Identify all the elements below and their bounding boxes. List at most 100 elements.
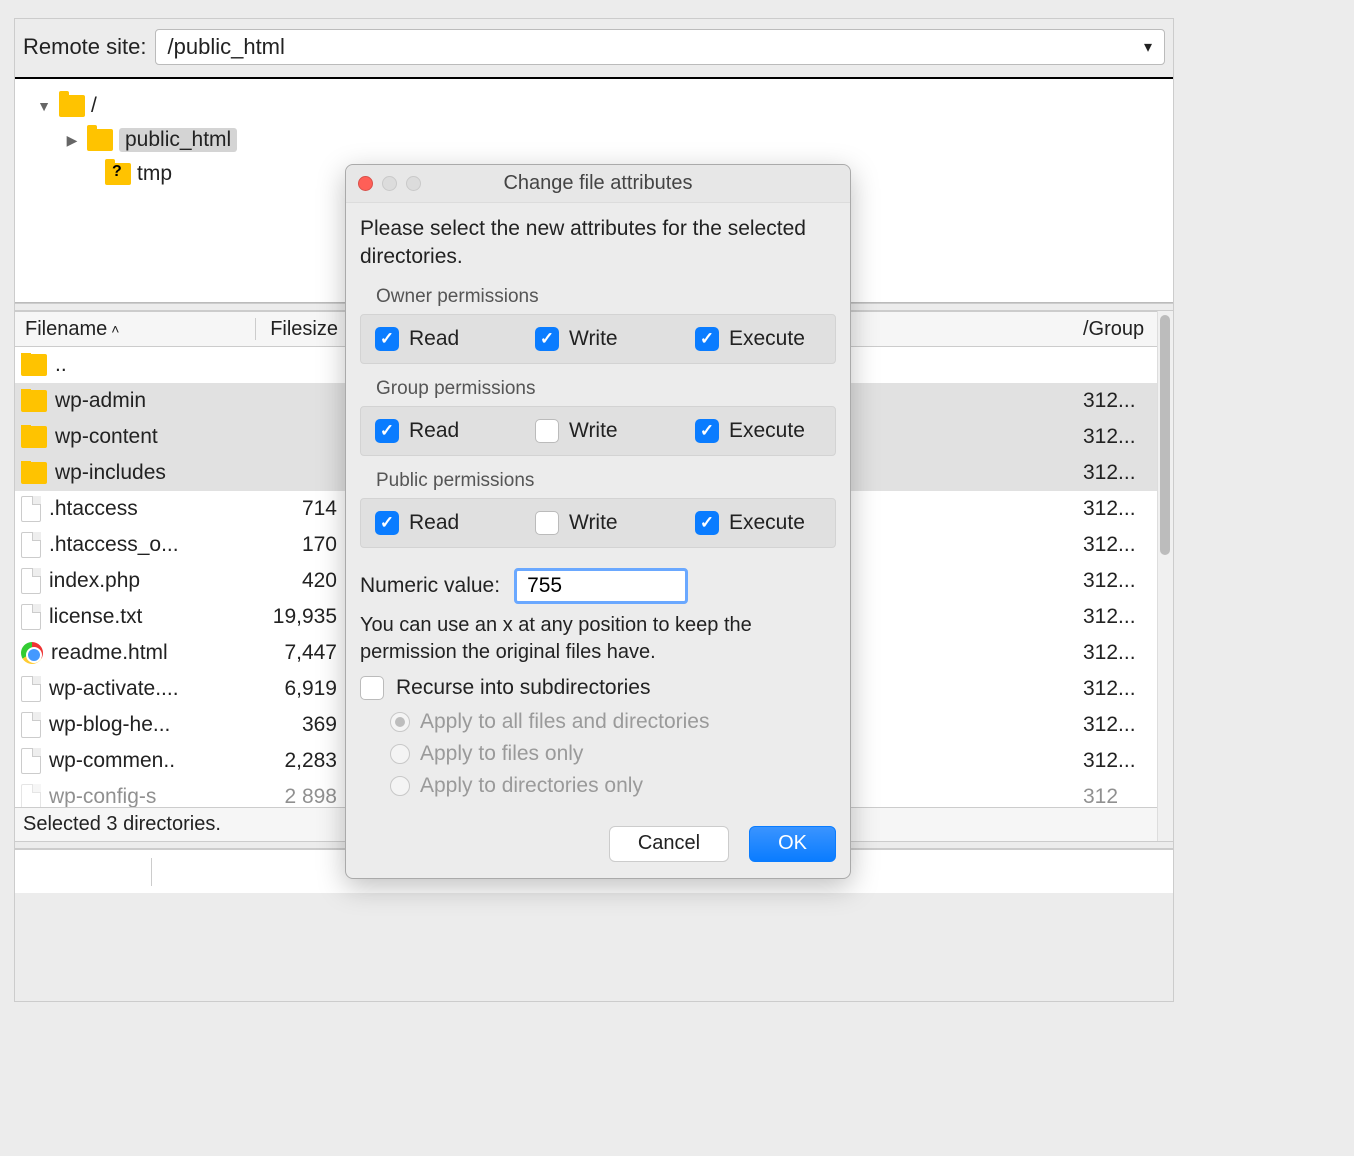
browser-icon <box>21 642 43 664</box>
group-read-checkbox[interactable]: ✓ <box>375 419 399 443</box>
file-name-label: .htaccess <box>49 497 138 521</box>
ok-button[interactable]: OK <box>749 826 836 862</box>
folder-icon <box>21 462 47 484</box>
file-size-value: 369 <box>255 713 345 737</box>
remote-site-combo[interactable]: /public_html ▾ <box>155 29 1166 65</box>
file-size-value: 19,935 <box>255 605 345 629</box>
group-write-checkbox[interactable] <box>535 419 559 443</box>
group-permissions-row: ✓Read Write ✓ Execute <box>360 406 836 456</box>
folder-icon <box>59 95 85 117</box>
tree-row-root[interactable]: ▼ / <box>35 89 1173 123</box>
file-size-value: 2,283 <box>255 749 345 773</box>
file-size-value: 714 <box>255 497 345 521</box>
numeric-hint-text: You can use an x at any position to keep… <box>360 612 836 666</box>
public-permissions-row: ✓ Read Write ✓ Execute <box>360 498 836 548</box>
file-size-value: 170 <box>255 533 345 557</box>
file-name-label: wp-activate.... <box>49 677 179 701</box>
recurse-checkbox[interactable] <box>360 676 384 700</box>
public-write-checkbox-item: Write <box>535 511 661 535</box>
owner-execute-checkbox-item: ✓Execute <box>695 327 821 351</box>
radio-label: Apply to all files and directories <box>420 710 709 734</box>
tree-label: tmp <box>137 162 172 186</box>
file-name-label: wp-content <box>55 425 158 449</box>
vertical-scrollbar[interactable] <box>1157 311 1173 841</box>
public-permissions-label: Public permissions <box>376 470 834 492</box>
owner-write-checkbox[interactable]: ✓ <box>535 327 559 351</box>
recurse-row: Recurse into subdirectories <box>360 676 836 700</box>
public-write-checkbox[interactable] <box>535 511 559 535</box>
radio-apply-dirs: Apply to directories only <box>360 770 836 802</box>
dialog-body: Please select the new attributes for the… <box>346 203 850 878</box>
numeric-value-label: Numeric value: <box>360 574 500 598</box>
radio-apply-files: Apply to files only <box>360 738 836 770</box>
document-icon <box>21 604 41 630</box>
tree-label: public_html <box>119 128 237 152</box>
change-attributes-dialog: Change file attributes Please select the… <box>345 164 851 879</box>
file-name-label: .htaccess_o... <box>49 533 179 557</box>
numeric-value-row: Numeric value: <box>360 568 836 604</box>
file-size-value: 7,447 <box>255 641 345 665</box>
disclosure-triangle-closed-icon[interactable]: ▶ <box>63 131 81 149</box>
permission-label: Write <box>569 419 618 443</box>
status-text: Selected 3 directories. <box>23 813 221 836</box>
group-write-checkbox-item: Write <box>535 419 661 443</box>
public-read-checkbox-item: ✓ Read <box>375 511 501 535</box>
file-name-label: wp-config-s <box>49 785 156 807</box>
permission-label: Execute <box>729 511 805 535</box>
dialog-title: Change file attributes <box>346 172 850 195</box>
radio-icon <box>390 712 410 732</box>
tree-label: / <box>91 94 97 118</box>
dialog-button-row: Cancel OK <box>360 826 836 862</box>
public-read-checkbox[interactable]: ✓ <box>375 511 399 535</box>
permission-label: Read <box>409 327 459 351</box>
owner-read-checkbox[interactable]: ✓ <box>375 327 399 351</box>
public-execute-checkbox[interactable]: ✓ <box>695 511 719 535</box>
folder-icon <box>21 390 47 412</box>
file-name-label: wp-commen.. <box>49 749 175 773</box>
remote-site-bar: Remote site: /public_html ▾ <box>15 19 1173 79</box>
cancel-button[interactable]: Cancel <box>609 826 729 862</box>
radio-label: Apply to files only <box>420 742 583 766</box>
public-execute-checkbox-item: ✓ Execute <box>695 511 821 535</box>
file-size-value: 2 898 <box>255 785 345 807</box>
permission-label: Write <box>569 327 618 351</box>
disclosure-triangle-open-icon[interactable]: ▼ <box>35 97 53 115</box>
group-execute-checkbox-item: ✓ Execute <box>695 419 821 443</box>
document-icon <box>21 496 41 522</box>
group-execute-checkbox[interactable]: ✓ <box>695 419 719 443</box>
folder-icon <box>21 354 47 376</box>
tree-row-public-html[interactable]: ▶ public_html <box>35 123 1173 157</box>
recurse-label: Recurse into subdirectories <box>396 676 650 700</box>
owner-permissions-label: Owner permissions <box>376 286 834 308</box>
permission-label: Read <box>409 511 459 535</box>
file-name-label: wp-admin <box>55 389 146 413</box>
owner-execute-checkbox[interactable]: ✓ <box>695 327 719 351</box>
permission-label: Execute <box>729 419 805 443</box>
permission-label: Write <box>569 511 618 535</box>
column-header-filename[interactable]: Filename ˄ <box>15 318 255 341</box>
document-icon <box>21 712 41 738</box>
chevron-down-icon[interactable]: ▾ <box>1144 37 1152 57</box>
dialog-lead-text: Please select the new attributes for the… <box>360 215 836 272</box>
column-separator[interactable] <box>151 858 152 886</box>
column-filename-label: Filename <box>25 318 107 341</box>
dialog-titlebar[interactable]: Change file attributes <box>346 165 850 203</box>
numeric-value-input[interactable] <box>514 568 688 604</box>
column-header-filesize[interactable]: Filesize <box>256 318 346 341</box>
radio-apply-all: Apply to all files and directories <box>360 706 836 738</box>
owner-read-checkbox-item: ✓ Read <box>375 327 501 351</box>
owner-write-checkbox-item: ✓ Write <box>535 327 661 351</box>
scrollbar-thumb[interactable] <box>1160 315 1170 555</box>
group-permissions-label: Group permissions <box>376 378 834 400</box>
document-icon <box>21 676 41 702</box>
document-icon <box>21 784 41 807</box>
recurse-radio-group: Apply to all files and directories Apply… <box>360 706 836 802</box>
column-owner-label: /Group <box>1083 318 1144 340</box>
file-name-label: wp-includes <box>55 461 166 485</box>
file-size-value: 6,919 <box>255 677 345 701</box>
group-read-checkbox-item: ✓Read <box>375 419 501 443</box>
folder-unknown-icon <box>105 163 131 185</box>
file-name-label: readme.html <box>51 641 168 665</box>
document-icon <box>21 532 41 558</box>
folder-icon <box>87 129 113 151</box>
